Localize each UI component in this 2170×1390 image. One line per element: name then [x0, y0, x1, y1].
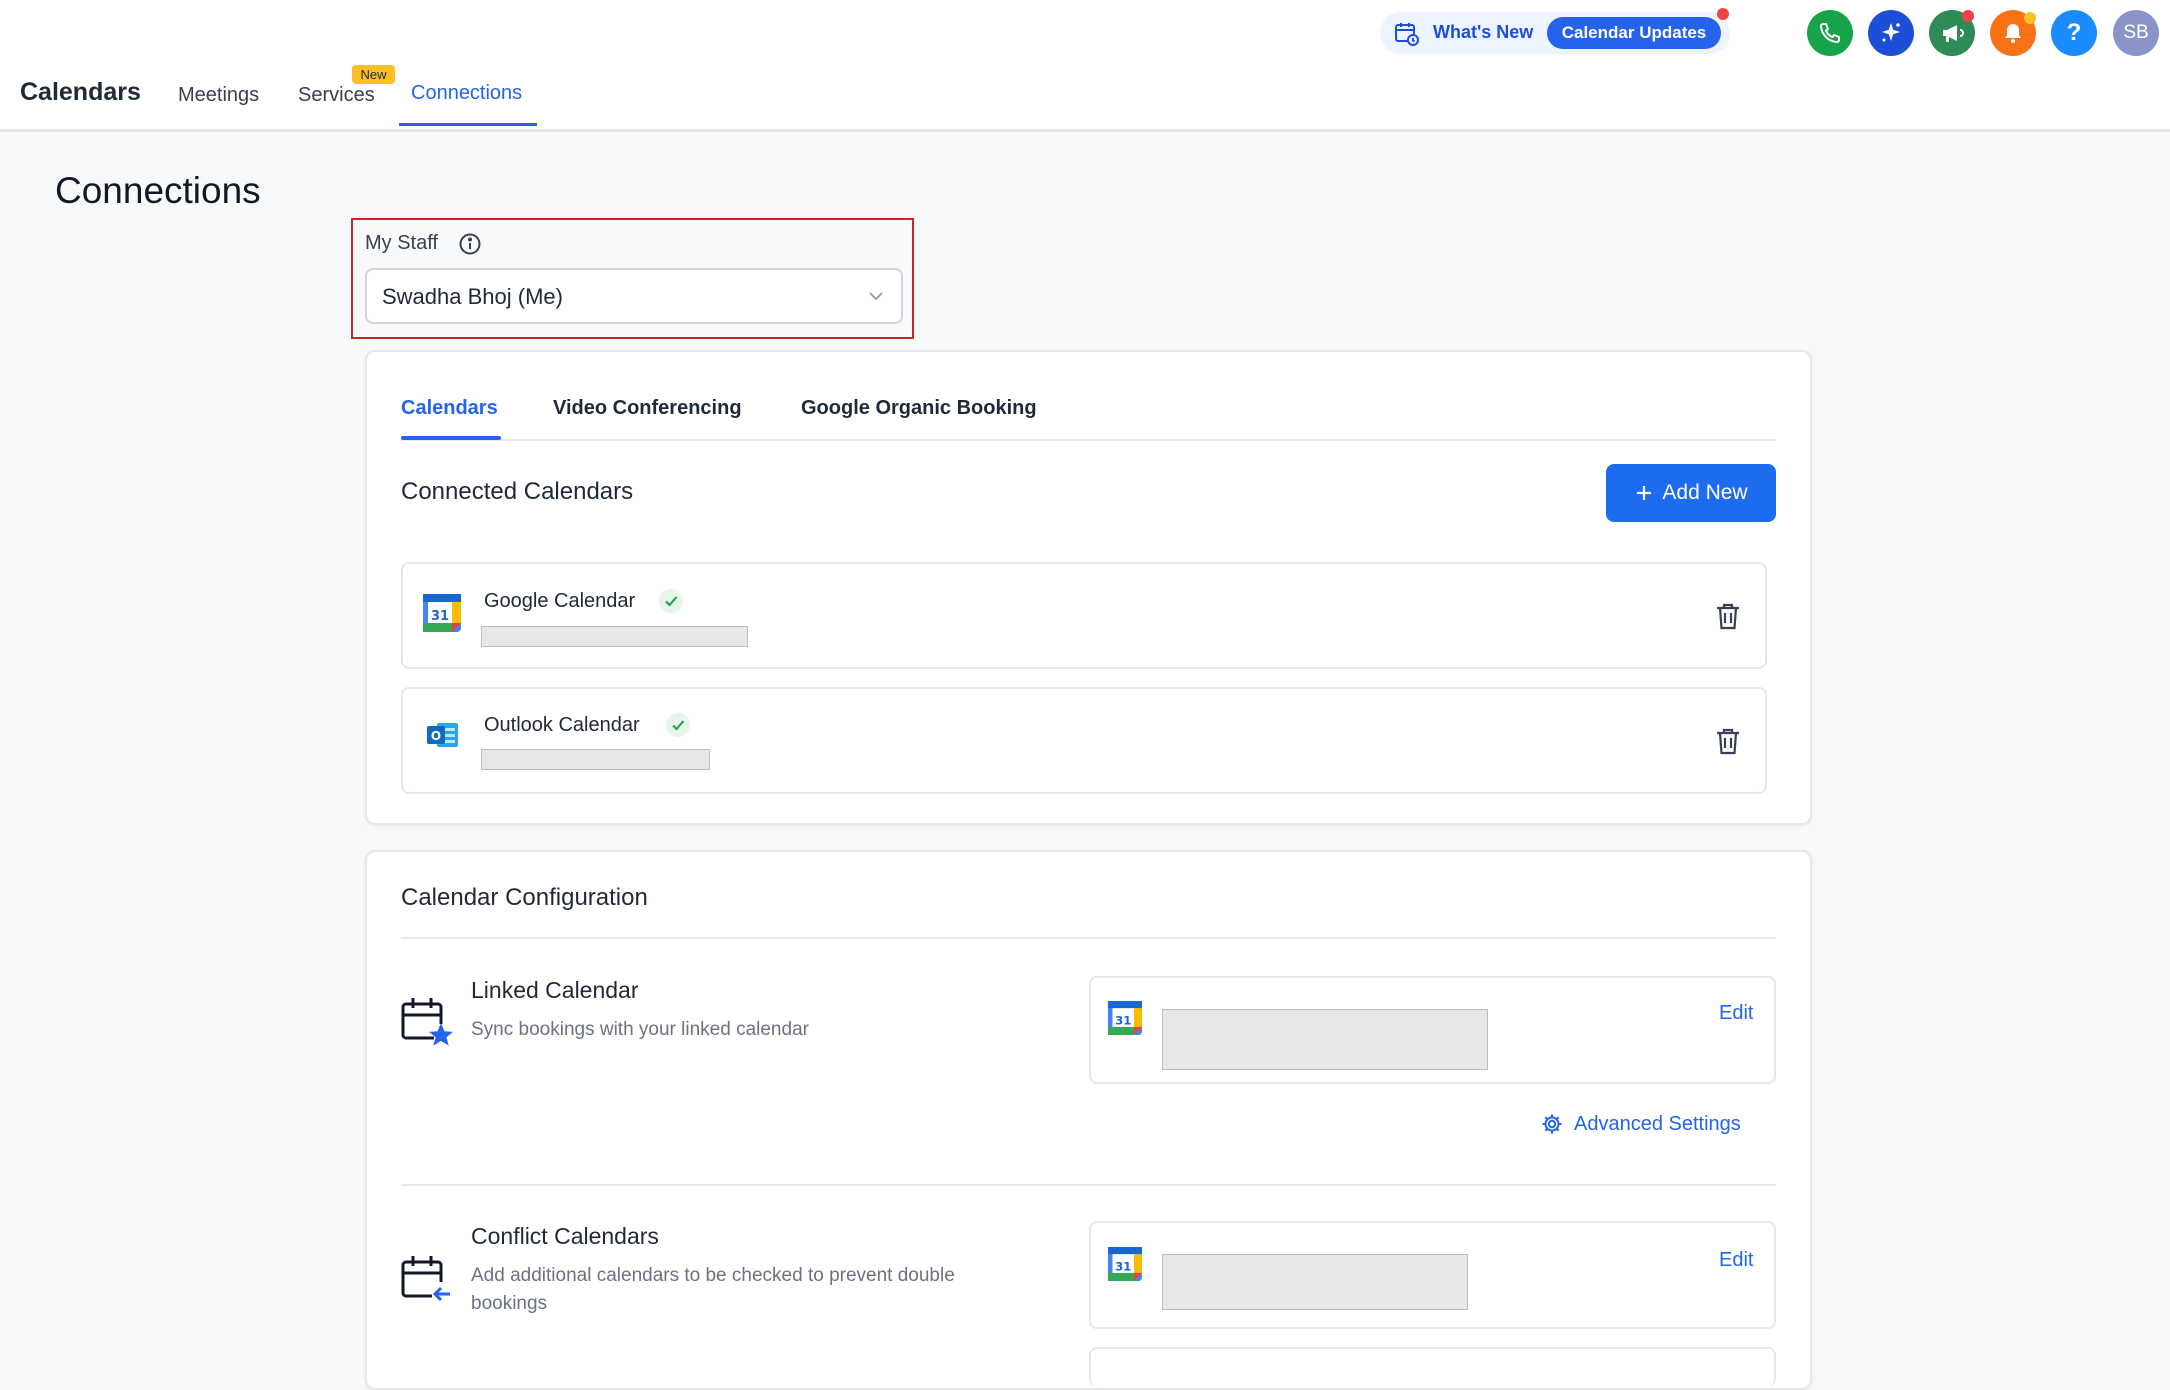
add-new-button[interactable]: Add New — [1606, 464, 1776, 522]
ai-assistant-button[interactable] — [1868, 10, 1914, 56]
sparkle-icon — [1878, 20, 1904, 46]
bell-icon — [2001, 21, 2025, 45]
gear-icon — [1540, 1112, 1564, 1136]
bell-dot — [2024, 12, 2036, 24]
redacted-email — [481, 626, 748, 647]
connected-calendar-row-outlook — [401, 687, 1767, 794]
connected-check-icon — [658, 588, 684, 614]
subtab-divider — [401, 439, 1776, 441]
announcement-dot — [1962, 10, 1974, 22]
help-button[interactable]: ? — [2051, 10, 2097, 56]
active-tab-indicator — [399, 123, 537, 126]
edit-linked-calendar-link[interactable]: Edit — [1719, 1002, 1753, 1025]
google-calendar-icon: 31 — [423, 594, 461, 632]
info-icon[interactable] — [458, 232, 482, 256]
section-divider — [401, 1184, 1776, 1186]
svg-text:31: 31 — [431, 609, 449, 624]
connected-calendars-title: Connected Calendars — [401, 478, 634, 505]
phone-button[interactable] — [1807, 10, 1853, 56]
conflict-calendars-title: Conflict Calendars — [471, 1223, 659, 1249]
phone-icon — [1818, 21, 1842, 45]
connected-check-icon — [665, 712, 691, 738]
linked-calendar-description: Sync bookings with your linked calendar — [471, 1019, 809, 1040]
tab-connections[interactable]: Connections — [411, 82, 522, 105]
linked-calendar-title: Linked Calendar — [471, 977, 639, 1003]
redacted-email — [481, 749, 710, 770]
app-title: Calendars — [20, 78, 141, 106]
notification-dot — [1717, 8, 1729, 20]
chevron-down-icon — [866, 286, 886, 306]
google-calendar-icon: 31 — [1108, 1247, 1142, 1281]
subtab-video-conferencing[interactable]: Video Conferencing — [553, 397, 742, 420]
redacted-calendar-name — [1162, 1254, 1468, 1310]
edit-conflict-calendars-link[interactable]: Edit — [1719, 1249, 1753, 1272]
calendar-name: Outlook Calendar — [484, 714, 640, 736]
tab-meetings[interactable]: Meetings — [178, 84, 259, 107]
help-icon: ? — [2066, 19, 2082, 46]
subtab-calendars[interactable]: Calendars — [401, 397, 498, 420]
whats-new-link[interactable]: What's New — [1433, 22, 1533, 43]
google-calendar-icon: 31 — [1108, 1001, 1142, 1035]
calendar-updates-button[interactable]: Calendar Updates — [1547, 17, 1721, 49]
subtab-active-indicator — [401, 436, 501, 440]
svg-text:O: O — [431, 729, 441, 743]
svg-text:31: 31 — [1115, 1259, 1131, 1273]
conflict-calendars-description: Add additional calendars to be checked t… — [471, 1265, 955, 1314]
trash-icon[interactable] — [1714, 726, 1742, 756]
advanced-settings-link[interactable]: Advanced Settings — [1540, 1112, 1741, 1136]
page-title: Connections — [55, 170, 261, 211]
add-new-label: Add New — [1662, 481, 1748, 504]
plus-icon — [1634, 483, 1654, 503]
whats-new-icon — [1393, 20, 1421, 48]
advanced-settings-label: Advanced Settings — [1574, 1112, 1741, 1135]
redacted-calendar-name — [1162, 1009, 1488, 1070]
subtab-google-organic-booking[interactable]: Google Organic Booking — [801, 397, 1037, 420]
outlook-calendar-icon: O — [426, 718, 460, 752]
trash-icon[interactable] — [1714, 601, 1742, 631]
section-divider — [401, 937, 1776, 939]
conflict-calendar-icon — [398, 1252, 454, 1308]
new-badge: New — [352, 65, 395, 84]
linked-calendar-icon — [398, 994, 454, 1050]
connected-calendar-row-google — [401, 562, 1767, 669]
calendar-configuration-title: Calendar Configuration — [401, 884, 648, 911]
megaphone-icon — [1939, 20, 1965, 46]
staff-label: My Staff — [365, 232, 438, 254]
conflict-calendar-box-2 — [1089, 1347, 1776, 1387]
avatar[interactable]: SB — [2113, 10, 2159, 56]
tab-services[interactable]: Services — [298, 84, 375, 107]
calendar-name: Google Calendar — [484, 590, 636, 612]
svg-text:31: 31 — [1115, 1013, 1131, 1027]
staff-select-value: Swadha Bhoj (Me) — [382, 284, 563, 309]
